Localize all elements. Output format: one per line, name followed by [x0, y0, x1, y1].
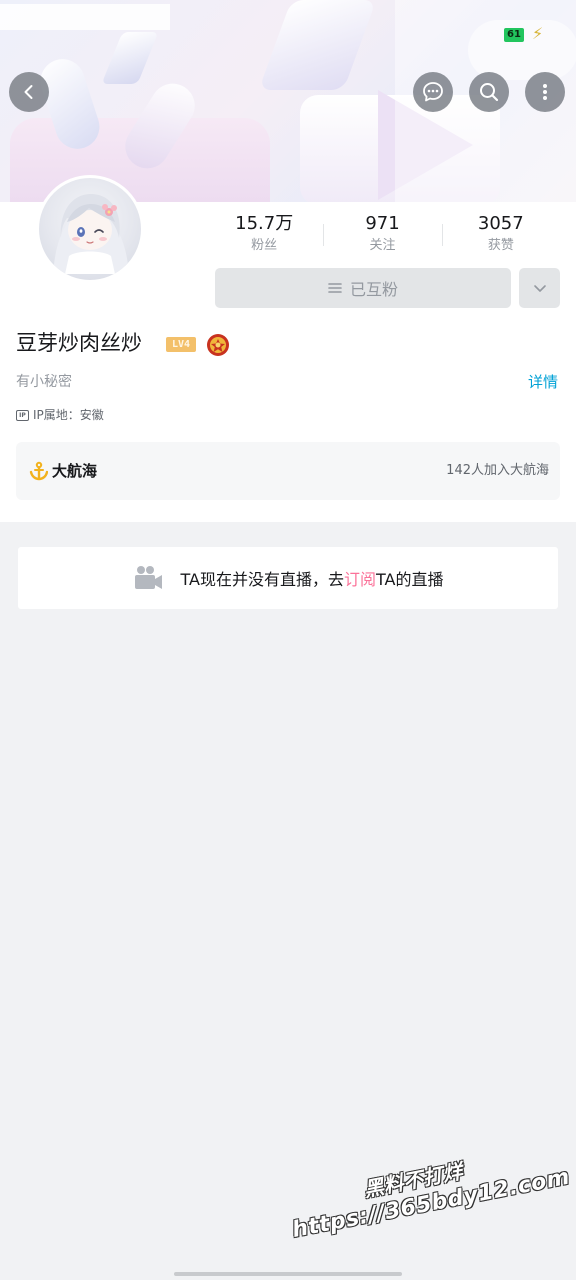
follow-dropdown-button[interactable]	[519, 268, 560, 308]
charging-icon: ⚡	[532, 24, 544, 43]
video-camera-icon	[134, 566, 162, 589]
level-badge: LV4	[166, 337, 196, 352]
live-text-after: TA的直播	[376, 570, 444, 589]
more-vertical-icon	[543, 84, 547, 100]
guard-bar[interactable]: 大航海 142人加入大航海	[16, 442, 560, 500]
details-link[interactable]: 详情	[528, 372, 558, 392]
subscribe-link[interactable]: 订阅	[344, 570, 376, 589]
mutual-follow-button[interactable]: 已互粉	[215, 268, 511, 308]
more-button[interactable]	[525, 72, 565, 112]
home-indicator[interactable]	[174, 1272, 402, 1276]
guard-count: 142人加入大航海	[446, 463, 549, 478]
medal-icon[interactable]	[205, 332, 231, 358]
stat-likes[interactable]: 3057 获赞	[441, 212, 560, 260]
chat-bubble-icon	[423, 82, 443, 102]
following-label: 关注	[369, 238, 396, 253]
search-icon	[480, 83, 499, 102]
menu-lines-icon	[328, 283, 342, 293]
username: 豆芽炒肉丝炒	[16, 331, 142, 355]
profile-stats: 15.7万 粉丝 971 关注 3057 获赞	[205, 212, 560, 260]
guard-title: 大航海	[52, 462, 98, 480]
likes-label: 获赞	[487, 238, 514, 253]
status-bar-left	[0, 4, 170, 30]
followers-label: 粉丝	[251, 238, 278, 253]
search-button[interactable]	[469, 72, 509, 112]
live-status-text: TA现在并没有直播，去订阅TA的直播	[181, 566, 444, 590]
chevron-down-icon	[533, 285, 546, 292]
watermark: 黑料不打烊 https://365bdy12.com	[285, 1135, 576, 1245]
chevron-left-icon	[24, 85, 33, 99]
avatar[interactable]	[36, 175, 144, 283]
followers-count: 15.7万	[235, 213, 294, 234]
ip-location-row: IP IP属地：安徽	[16, 406, 104, 424]
follow-button-label: 已互粉	[349, 280, 398, 299]
anime-girl-avatar-icon	[53, 194, 129, 274]
live-status-card: TA现在并没有直播，去订阅TA的直播	[18, 547, 558, 609]
stat-followers[interactable]: 15.7万 粉丝	[205, 212, 323, 260]
stat-following[interactable]: 971 关注	[323, 212, 441, 260]
message-button[interactable]	[413, 72, 453, 112]
ip-location-text: IP属地：安徽	[33, 408, 104, 422]
battery-indicator: 61	[504, 28, 524, 42]
bio-text: 有小秘密	[16, 374, 72, 390]
back-button[interactable]	[9, 72, 49, 112]
live-text-before: TA现在并没有直播，去	[180, 570, 344, 589]
ip-icon: IP	[16, 409, 29, 421]
likes-count: 3057	[477, 213, 524, 234]
following-count: 971	[365, 213, 400, 234]
anchor-icon	[29, 461, 48, 481]
